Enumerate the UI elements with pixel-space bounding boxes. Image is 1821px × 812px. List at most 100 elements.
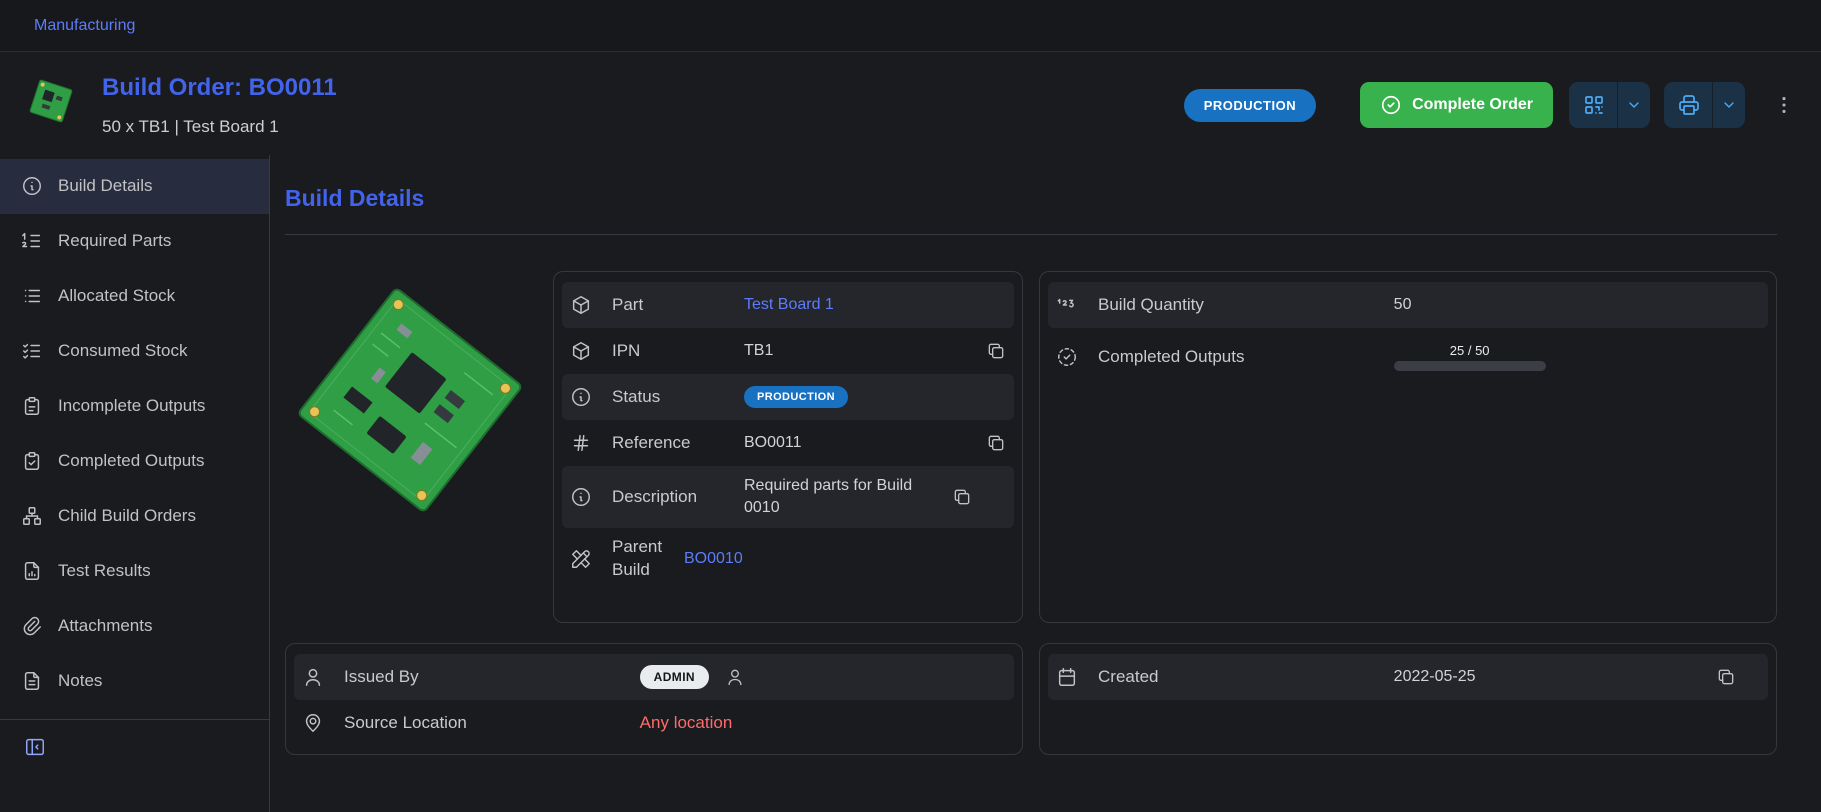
copy-icon[interactable]: [970, 433, 1006, 453]
table-row-description: Description Required parts for Build 001…: [562, 466, 1014, 528]
sidebar-item-test-results[interactable]: Test Results: [0, 544, 269, 599]
copy-icon[interactable]: [936, 487, 972, 507]
qrcode-icon[interactable]: [1569, 82, 1617, 128]
sidebar-item-allocated-stock[interactable]: Allocated Stock: [0, 269, 269, 324]
header-actions: PRODUCTION Complete Order: [1184, 74, 1795, 128]
build-details-table: Part Test Board 1 IPN TB1 Status: [553, 271, 1023, 623]
row-label: Description: [612, 487, 744, 507]
sidebar-item-consumed-stock[interactable]: Consumed Stock: [0, 324, 269, 379]
sidebar-item-label: Child Build Orders: [58, 506, 196, 526]
app-body: Build Details Required Parts Allocated S…: [0, 155, 1821, 812]
calendar-icon: [1056, 666, 1098, 688]
title-block: Build Order: BO0011 50 x TB1 | Test Boar…: [102, 74, 337, 137]
description-value: Required parts for Build 0010: [744, 475, 936, 518]
user-icon: [725, 667, 745, 687]
progress: 25 / 50: [1394, 343, 1546, 371]
table-row-ipn: IPN TB1: [562, 328, 1014, 374]
app-window: Manufacturing Build Order: BO0011 50 x T…: [0, 0, 1821, 812]
chevron-down-icon[interactable]: [1618, 82, 1650, 128]
sidebar-item-incomplete-outputs[interactable]: Incomplete Outputs: [0, 379, 269, 434]
info-circle-icon: [21, 175, 43, 197]
page-subtitle: 50 x TB1 | Test Board 1: [102, 117, 337, 137]
main-panel: Build Details: [270, 155, 1821, 812]
row-label: Status: [612, 387, 744, 407]
copy-icon[interactable]: [1700, 667, 1736, 687]
part-thumbnail: [24, 74, 78, 128]
paperclip-icon: [21, 615, 43, 637]
box-icon: [570, 294, 612, 316]
sidebar: Build Details Required Parts Allocated S…: [0, 155, 270, 812]
created-table: Created 2022-05-25: [1039, 643, 1777, 755]
sidebar-item-child-build-orders[interactable]: Child Build Orders: [0, 489, 269, 544]
file-text-icon: [21, 670, 43, 692]
created-value: 2022-05-25: [1394, 668, 1676, 686]
part-link[interactable]: Test Board 1: [744, 296, 1006, 314]
heading-divider: [285, 234, 1777, 235]
quantities-table: Build Quantity 50 Completed Outputs 25 /…: [1039, 271, 1777, 623]
panel-heading: Build Details: [285, 185, 1777, 212]
clipboard-icon: [21, 395, 43, 417]
table-row-issued-by: Issued By ADMIN: [294, 654, 1014, 700]
page-header: Build Order: BO0011 50 x TB1 | Test Boar…: [0, 52, 1821, 155]
sidebar-item-label: Notes: [58, 671, 102, 691]
sidebar-item-label: Test Results: [58, 561, 151, 581]
part-image: [285, 271, 535, 623]
circle-check-icon: [1380, 94, 1402, 116]
progress-check-icon: [1056, 346, 1098, 368]
sidebar-item-label: Allocated Stock: [58, 286, 175, 306]
details-cell: Part Test Board 1 IPN TB1 Status: [285, 271, 1023, 623]
table-row-created: Created 2022-05-25: [1048, 654, 1768, 700]
row-label: Completed Outputs: [1098, 347, 1394, 367]
build-quantity-value: 50: [1394, 296, 1760, 314]
sidebar-collapse-button[interactable]: [0, 726, 269, 774]
sidebar-item-completed-outputs[interactable]: Completed Outputs: [0, 434, 269, 489]
sidebar-item-attachments[interactable]: Attachments: [0, 599, 269, 654]
clipboard-check-icon: [21, 450, 43, 472]
source-location-value: Any location: [640, 713, 1006, 733]
hash-icon: [570, 432, 612, 454]
sidebar-item-required-parts[interactable]: Required Parts: [0, 214, 269, 269]
parent-build-link[interactable]: BO0010: [684, 550, 1006, 568]
issued-by-value: ADMIN: [640, 665, 1006, 689]
numbers-123-icon: [1056, 294, 1098, 316]
sidebar-item-notes[interactable]: Notes: [0, 654, 269, 709]
list-icon: [21, 285, 43, 307]
row-label: Reference: [612, 433, 744, 453]
sidebar-item-label: Completed Outputs: [58, 451, 204, 471]
barcode-actions-button[interactable]: [1569, 82, 1650, 128]
info-circle-icon: [570, 486, 612, 508]
row-label: Part: [612, 295, 744, 315]
complete-order-label: Complete Order: [1412, 96, 1533, 114]
sidebar-item-label: Incomplete Outputs: [58, 396, 205, 416]
sidebar-item-build-details[interactable]: Build Details: [0, 159, 269, 214]
chevron-down-icon[interactable]: [1713, 82, 1745, 128]
sidebar-item-label: Required Parts: [58, 231, 171, 251]
breadcrumb-manufacturing[interactable]: Manufacturing: [34, 17, 135, 35]
row-label: Build Quantity: [1098, 295, 1394, 315]
list-check-icon: [21, 340, 43, 362]
print-actions-button[interactable]: [1664, 82, 1745, 128]
table-row-part: Part Test Board 1: [562, 282, 1014, 328]
build-details-content: Part Test Board 1 IPN TB1 Status: [285, 271, 1777, 755]
sidebar-collapse-icon: [24, 736, 46, 763]
complete-order-button[interactable]: Complete Order: [1360, 82, 1553, 128]
row-label: Created: [1098, 667, 1394, 687]
sitemap-icon: [21, 505, 43, 527]
row-label: IPN: [612, 341, 744, 361]
copy-icon[interactable]: [970, 341, 1006, 361]
issued-table: Issued By ADMIN Source Location Any loca…: [285, 643, 1023, 755]
row-label: Parent Build: [612, 536, 684, 582]
progress-bar: [1394, 361, 1546, 371]
box-icon: [570, 340, 612, 362]
map-pin-icon: [302, 712, 344, 734]
status-badge: PRODUCTION: [744, 386, 848, 408]
file-report-icon: [21, 560, 43, 582]
table-row-build-quantity: Build Quantity 50: [1048, 282, 1768, 328]
sidebar-item-label: Attachments: [58, 616, 153, 636]
status-badge: PRODUCTION: [1184, 89, 1316, 122]
table-row-parent-build: Parent Build BO0010: [562, 528, 1014, 590]
dots-vertical-icon[interactable]: [1773, 94, 1795, 116]
table-row-completed-outputs: Completed Outputs 25 / 50: [1048, 328, 1768, 386]
completed-outputs-progress: 25 / 50: [1394, 343, 1760, 371]
printer-icon[interactable]: [1664, 82, 1712, 128]
